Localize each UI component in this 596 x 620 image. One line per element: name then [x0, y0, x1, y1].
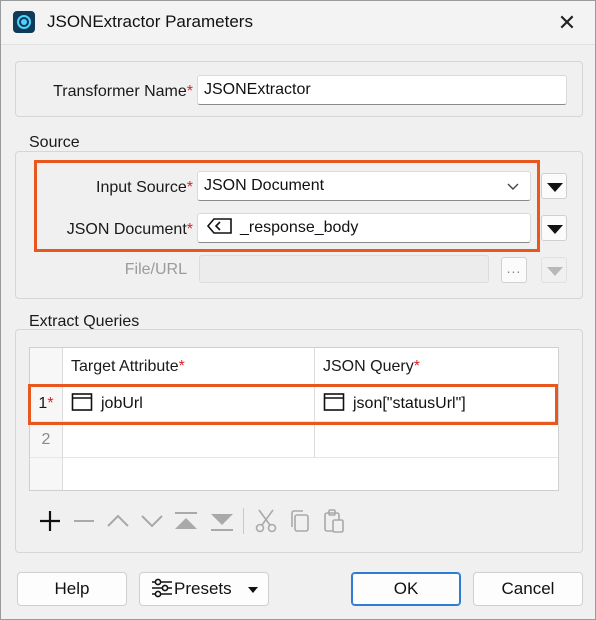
row-number-2[interactable]: 2 — [30, 422, 63, 458]
ok-button[interactable]: OK — [351, 572, 461, 606]
target-attribute-cell[interactable] — [63, 422, 315, 458]
move-to-bottom-icon[interactable] — [209, 508, 235, 534]
caret-down-icon — [248, 587, 258, 593]
copy-icon[interactable] — [287, 508, 313, 534]
add-row-icon[interactable] — [37, 508, 63, 534]
paste-icon[interactable] — [321, 508, 347, 534]
help-button[interactable]: Help — [17, 572, 127, 606]
file-url-label: File/URL — [124, 261, 187, 278]
json-query-cell[interactable] — [315, 422, 558, 458]
json-document-menu-button[interactable] — [541, 215, 567, 241]
input-source-menu-button[interactable] — [541, 173, 567, 199]
source-group-label: Source — [29, 134, 80, 151]
cancel-button[interactable]: Cancel — [473, 572, 583, 606]
triangle-down-icon — [547, 267, 563, 276]
triangle-down-icon — [547, 183, 563, 192]
dialog-window: JSONExtractor Parameters ✕ Transformer N… — [0, 0, 596, 620]
fme-app-icon — [13, 11, 35, 33]
presets-label: Presets — [174, 579, 232, 598]
toolbar-divider — [243, 508, 244, 534]
column-header-target-attribute[interactable]: Target Attribute* — [63, 348, 315, 386]
close-icon[interactable]: ✕ — [553, 9, 581, 37]
query-row-highlight-box — [28, 384, 558, 425]
remove-row-icon[interactable] — [71, 508, 97, 534]
move-down-icon[interactable] — [139, 508, 165, 534]
title-bar[interactable]: JSONExtractor Parameters ✕ — [1, 1, 595, 45]
browse-button[interactable]: ... — [501, 257, 527, 283]
file-url-input[interactable] — [199, 255, 489, 283]
source-highlight-box — [34, 160, 540, 252]
sliders-icon — [152, 578, 172, 598]
column-header-json-query[interactable]: JSON Query* — [315, 348, 558, 386]
triangle-down-icon — [547, 225, 563, 234]
move-to-top-icon[interactable] — [173, 508, 199, 534]
extract-queries-group-label: Extract Queries — [29, 313, 140, 330]
cut-icon[interactable] — [253, 508, 279, 534]
corner-header — [30, 348, 63, 386]
transformer-name-input[interactable]: JSONExtractor — [197, 75, 567, 105]
window-title: JSONExtractor Parameters — [47, 12, 253, 31]
file-url-menu-button[interactable] — [541, 257, 567, 283]
transformer-name-label: Transformer Name* — [53, 83, 193, 100]
presets-button[interactable]: Presets — [139, 572, 269, 606]
move-up-icon[interactable] — [105, 508, 131, 534]
row-number-gutter — [30, 458, 63, 490]
